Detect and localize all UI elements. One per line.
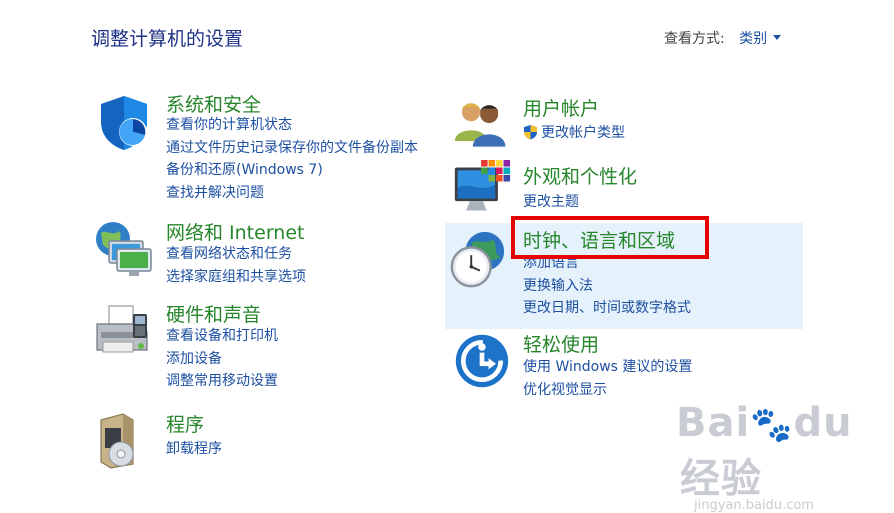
view-by-value[interactable]: 类别	[739, 31, 767, 47]
link-troubleshoot[interactable]: 查找并解决问题	[166, 182, 418, 205]
category-title[interactable]: 轻松使用	[523, 330, 599, 357]
annotation-box	[511, 216, 709, 259]
watermark: Bai🐾du经验 jingyan.baidu.com	[676, 400, 894, 513]
programs-disc-icon	[100, 413, 134, 469]
link-uninstall-program[interactable]: 卸载程序	[166, 438, 222, 461]
link-devices-printers[interactable]: 查看设备和打印机	[166, 325, 278, 348]
globe-clock-icon	[450, 231, 505, 288]
category-title[interactable]: 外观和个性化	[523, 162, 637, 189]
view-by-label: 查看方式:	[664, 31, 725, 47]
link-recommended-settings[interactable]: 使用 Windows 建议的设置	[523, 356, 692, 379]
link-change-theme[interactable]: 更改主题	[523, 191, 579, 214]
link-homegroup-sharing[interactable]: 选择家庭组和共享选项	[166, 266, 306, 289]
chevron-down-icon[interactable]	[773, 35, 782, 40]
printer-icon	[96, 305, 148, 353]
category-title[interactable]: 程序	[166, 410, 204, 437]
link-file-history-backup[interactable]: 通过文件历史记录保存你的文件备份副本	[166, 137, 418, 160]
link-add-device[interactable]: 添加设备	[166, 348, 278, 371]
link-network-status[interactable]: 查看网络状态和任务	[166, 243, 306, 266]
uac-shield-icon	[524, 125, 537, 140]
link-change-account-type[interactable]: 更改帐户类型	[523, 122, 625, 145]
link-mobility-settings[interactable]: 调整常用移动设置	[166, 370, 278, 393]
category-title[interactable]: 用户帐户	[523, 94, 599, 121]
monitor-color-icon	[454, 160, 511, 211]
watermark-logo: Bai🐾du经验	[676, 400, 853, 502]
category-title[interactable]: 硬件和声音	[166, 300, 261, 327]
users-icon	[454, 103, 506, 147]
shield-system-icon	[101, 96, 147, 150]
category-title[interactable]: 网络和 Internet	[166, 218, 304, 245]
link-label[interactable]: 更改帐户类型	[541, 125, 625, 141]
view-by-control: 查看方式: 类别	[664, 28, 782, 48]
link-view-computer-status[interactable]: 查看你的计算机状态	[166, 114, 418, 137]
watermark-url: jingyan.baidu.com	[694, 498, 814, 513]
view-by-dropdown[interactable]: 类别	[739, 31, 782, 47]
ease-of-access-icon	[455, 334, 509, 388]
watermark-brand: 经验	[680, 456, 762, 502]
link-optimize-visual[interactable]: 优化视觉显示	[523, 379, 692, 402]
link-change-input-method[interactable]: 更换输入法	[523, 275, 691, 298]
page-title: 调整计算机的设置	[91, 28, 244, 50]
network-globe-icon	[96, 222, 152, 276]
link-date-time-format[interactable]: 更改日期、时间或数字格式	[523, 297, 691, 320]
category-title[interactable]: 系统和安全	[166, 90, 261, 117]
link-backup-restore[interactable]: 备份和还原(Windows 7)	[166, 159, 418, 182]
